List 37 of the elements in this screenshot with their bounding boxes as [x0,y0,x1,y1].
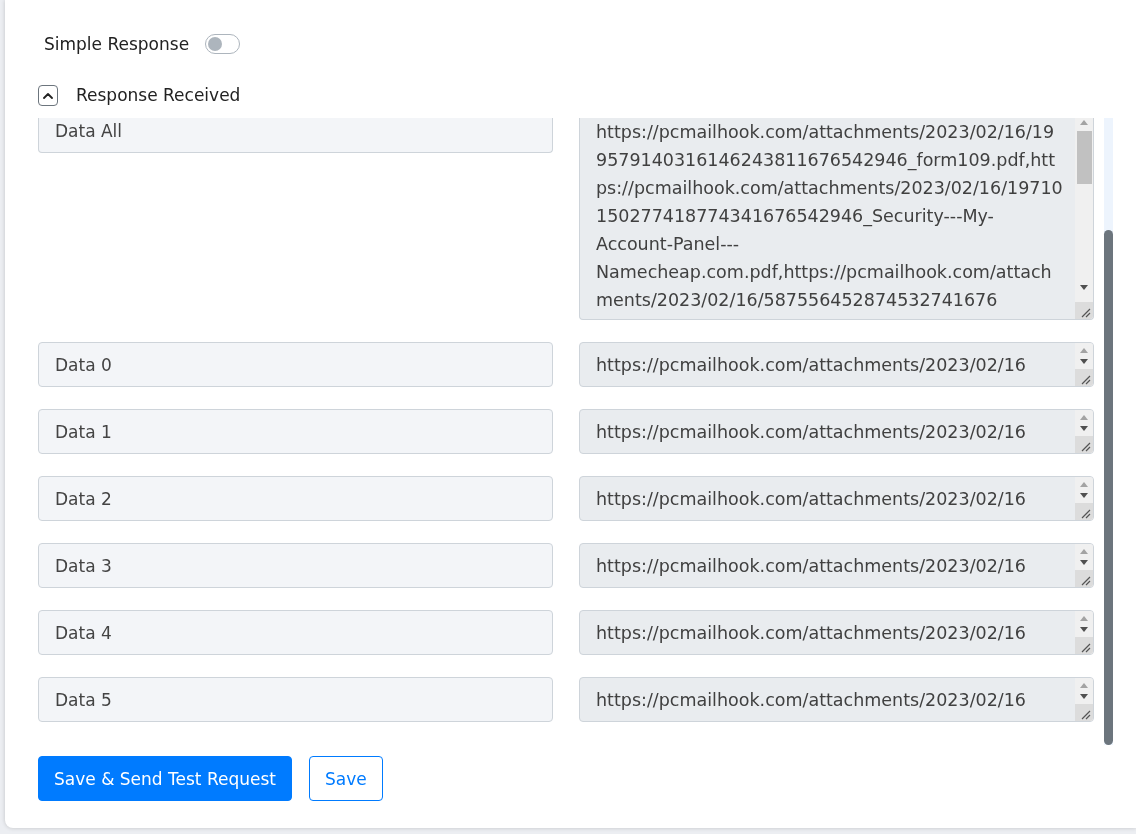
value-field[interactable]: https://pcmailhook.com/attachments/2023/02/16 [579,543,1094,588]
chevron-up-icon [43,92,53,99]
scroll-down-arrow-icon[interactable] [1080,426,1088,431]
value-field[interactable]: https://pcmailhook.com/attachments/2023/02/16 [579,409,1094,454]
field-scrollbar-thumb[interactable] [1076,131,1092,184]
resize-grip-icon[interactable] [1075,302,1093,319]
resize-grip-icon[interactable] [1075,369,1093,386]
resize-grip-icon[interactable] [1075,637,1093,654]
value-field[interactable]: https://pcmailhook.com/attachments/2023/02/16 [579,677,1094,722]
value-field[interactable]: https://pcmailhook.com/attachments/2023/02/16/199579140316146243811676542946_form109.pdf,https://pcmailhook.com/attachments/2023/02/16/19710150277418774341676542946_Security---My-Account-Panel---Namecheap.com.pdf,https://pcmailhook.com/attachments/2023/02/16/587556452874532741676 [579,118,1094,320]
resize-grip-icon[interactable] [1075,503,1093,520]
scroll-down-arrow-icon[interactable] [1080,285,1088,290]
key-field[interactable]: Data 3 [38,543,553,588]
scroll-down-arrow-icon[interactable] [1080,560,1088,565]
key-field[interactable]: Data 5 [38,677,553,722]
scroll-down-arrow-icon[interactable] [1080,359,1088,364]
key-field[interactable]: Data 1 [38,409,553,454]
scroll-down-arrow-icon[interactable] [1080,493,1088,498]
key-field[interactable]: Data 2 [38,476,553,521]
scroll-down-arrow-icon[interactable] [1080,694,1088,699]
resize-grip-icon[interactable] [1075,704,1093,721]
resize-grip-icon[interactable] [1075,436,1093,453]
collapse-button[interactable] [38,85,58,106]
key-field[interactable]: Data 0 [38,342,553,387]
save-and-send-button[interactable]: Save & Send Test Request [38,756,292,801]
key-field[interactable]: Data All [38,118,553,153]
resize-grip-icon[interactable] [1075,570,1093,587]
value-field[interactable]: https://pcmailhook.com/attachments/2023/02/16 [579,610,1094,655]
value-field[interactable]: https://pcmailhook.com/attachments/2023/02/16 [579,342,1094,387]
simple-response-toggle[interactable] [205,34,241,54]
value-field[interactable]: https://pcmailhook.com/attachments/2023/02/16 [579,476,1094,521]
scrollbar-thumb[interactable] [1104,230,1113,745]
key-field[interactable]: Data 4 [38,610,553,655]
save-button[interactable]: Save [308,756,383,801]
section-title: Response Received [76,85,241,106]
scroll-down-arrow-icon[interactable] [1080,627,1088,632]
toggle-label: Simple Response [44,33,190,55]
